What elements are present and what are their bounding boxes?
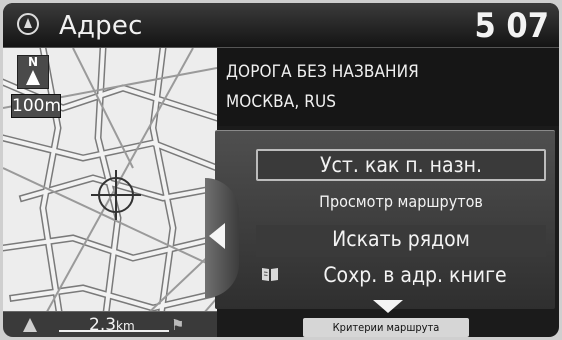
clock: 5 07	[474, 6, 550, 46]
map-footer: 2.3km ⚑	[3, 311, 217, 337]
address-line-1: ДОРОГА БЕЗ НАЗВАНИЯ	[226, 62, 419, 82]
map-view[interactable]: N 100m 2.3km ⚑	[3, 48, 217, 337]
left-arrow-icon[interactable]	[209, 223, 225, 249]
set-as-destination-button[interactable]: Уст. как п. назн.	[256, 149, 546, 181]
map-roads	[3, 48, 217, 337]
save-to-address-book-button[interactable]: Сохр. в адр. книге	[256, 261, 546, 293]
scale-value: 2.3	[89, 315, 117, 335]
screen-title: Адрес	[59, 11, 143, 41]
address-line-2: МОСКВА, RUS	[226, 92, 337, 112]
down-arrow-icon[interactable]	[373, 300, 403, 313]
menu-item-label: Искать рядом	[332, 227, 470, 251]
menu-item-label: Сохр. в адр. книге	[323, 263, 507, 287]
compass-icon	[17, 13, 39, 35]
menu-item-label: Уст. как п. назн.	[320, 153, 482, 177]
address-panel: ДОРОГА БЕЗ НАЗВАНИЯ МОСКВА, RUS	[218, 48, 559, 126]
zoom-label: 100m	[12, 96, 62, 116]
address-book-icon	[262, 268, 278, 281]
menu-item-label: Просмотр маршрутов	[319, 192, 483, 211]
scale-unit: km	[116, 319, 135, 333]
navigation-screen: Адрес 5 07 N 100m 2.3km ⚑ ДОРОГА БЕЗ НАЗ…	[3, 3, 559, 337]
view-routes-button[interactable]: Просмотр маршрутов	[256, 186, 546, 218]
route-criteria-button[interactable]: Критерии маршрута	[303, 318, 469, 337]
scale-readout: 2.3km	[89, 315, 135, 335]
vehicle-position-icon	[23, 318, 37, 332]
north-label: N	[27, 55, 39, 69]
north-up-toggle[interactable]: N	[17, 55, 49, 89]
destination-flag-icon: ⚑	[171, 316, 185, 334]
search-nearby-button[interactable]: Искать рядом	[256, 225, 546, 257]
zoom-scale-badge: 100m	[11, 94, 61, 118]
north-arrow-icon	[26, 70, 40, 85]
top-bar: Адрес 5 07	[3, 3, 559, 48]
